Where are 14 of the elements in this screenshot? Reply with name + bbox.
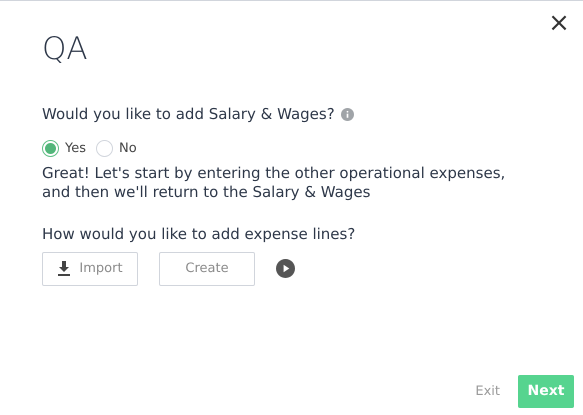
download-icon [57,261,72,276]
info-message: Great! Let's start by entering the other operational expenses, and then we'll return to the Salary & Wages [42,164,506,202]
next-button[interactable]: Next [518,375,574,408]
expense-question: How would you like to add expense lines? [42,224,356,245]
import-button[interactable]: Import [42,252,138,286]
play-icon[interactable] [276,259,295,278]
radio-option[interactable]: No [96,138,137,158]
exit-button[interactable]: Exit [475,382,500,402]
close-button[interactable]: × [547,9,571,37]
info-icon [340,108,354,121]
question-text: Would you like to add Salary & Wages? [42,104,335,125]
create-button[interactable]: Create [159,252,255,286]
dialog-title: QA [42,30,88,69]
radio-option[interactable]: Yes [42,138,86,158]
